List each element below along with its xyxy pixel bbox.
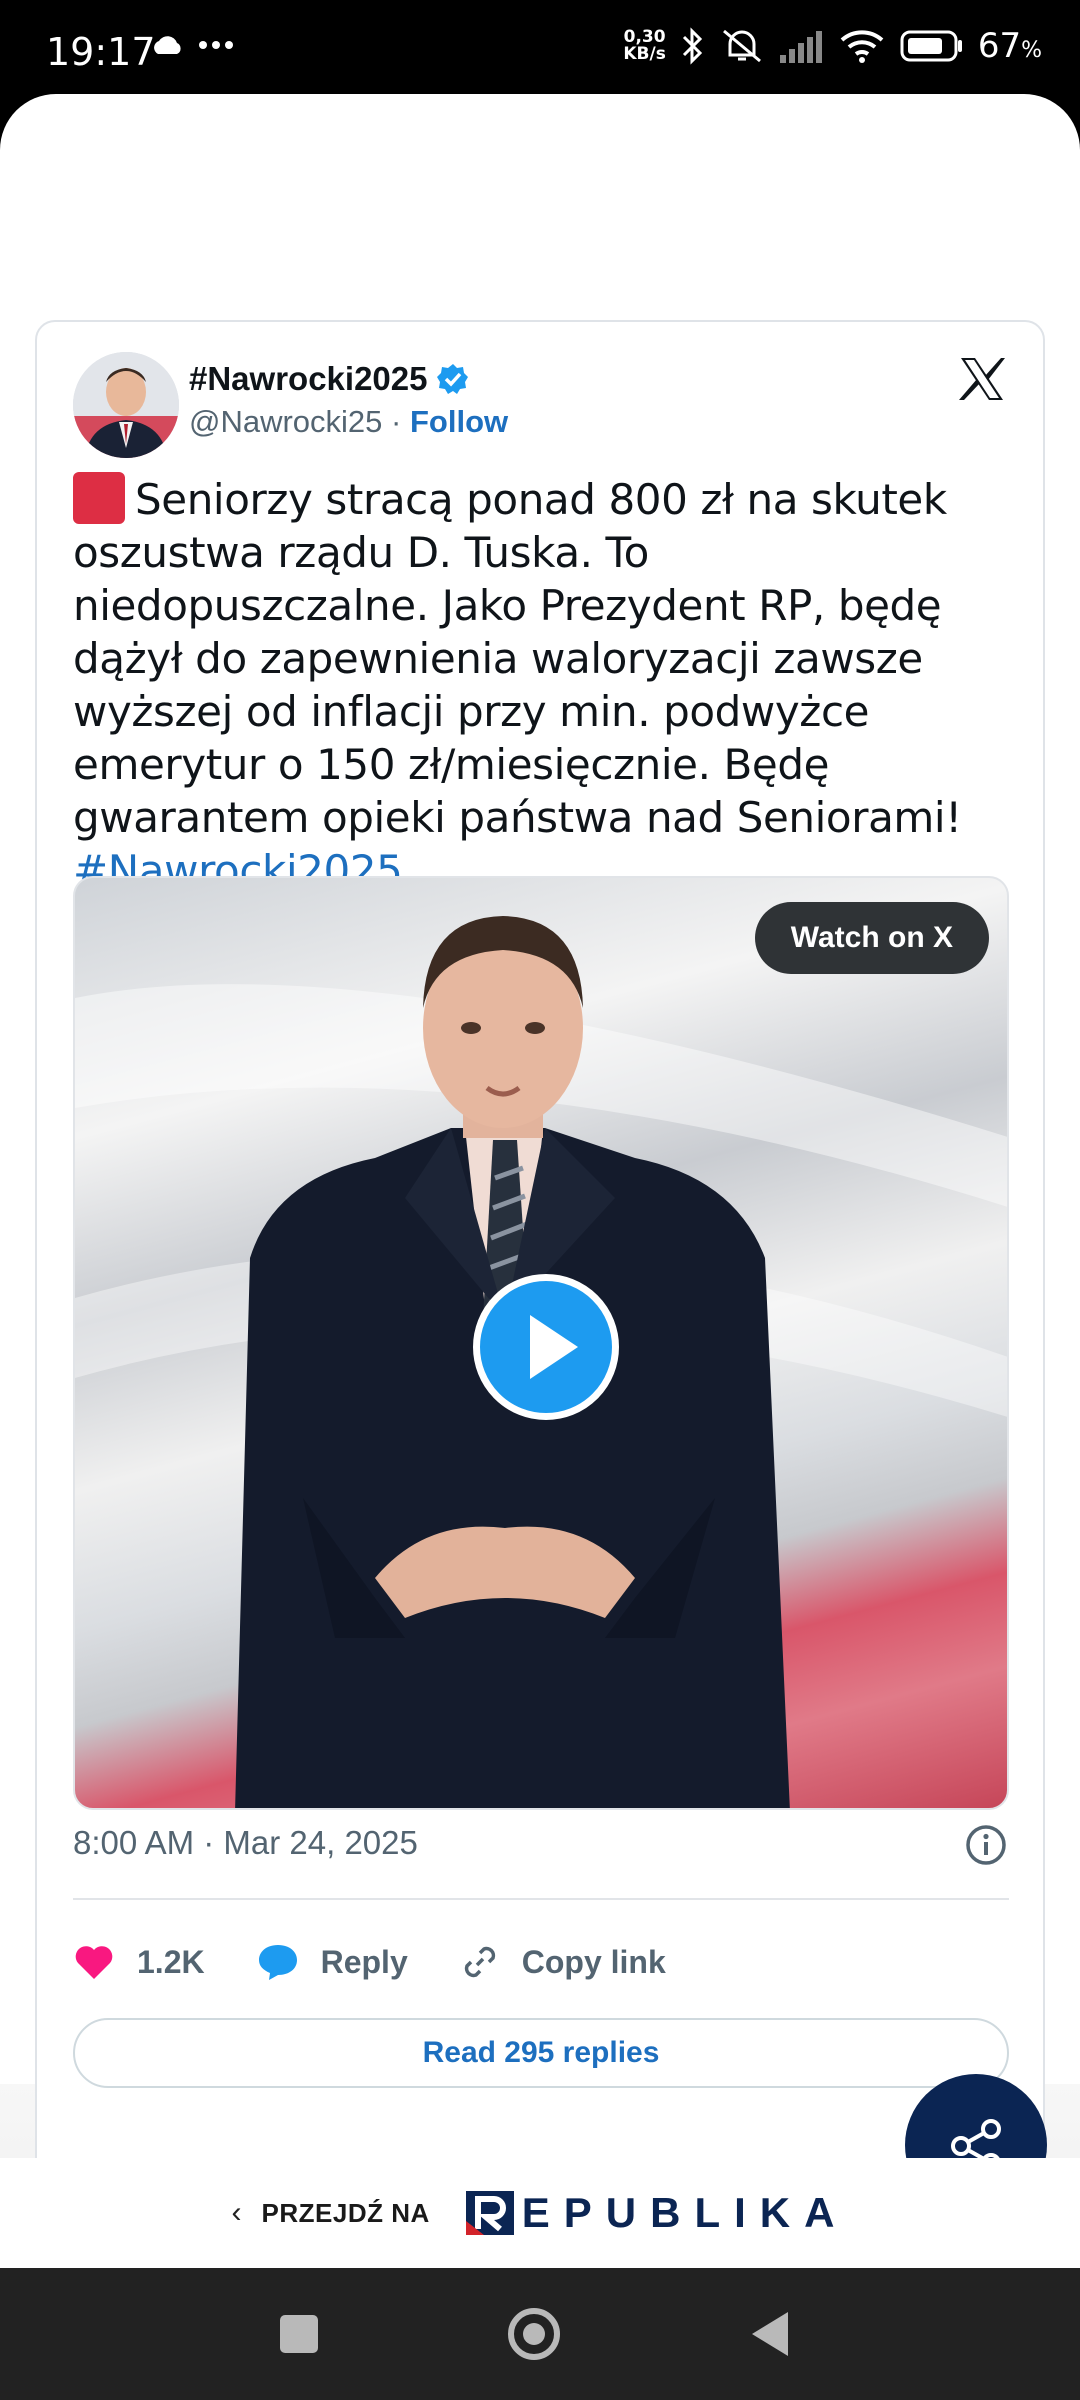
heart-icon [75, 1946, 113, 1979]
republika-link-bar[interactable]: ‹ PRZEJDŹ NA EPUBLIKA [0, 2158, 1080, 2268]
info-icon[interactable] [965, 1824, 1007, 1866]
handle-row: @Nawrocki25 · Follow [189, 404, 508, 440]
handle[interactable]: @Nawrocki25 [189, 404, 382, 439]
display-name[interactable]: #Nawrocki2025 [189, 360, 428, 398]
like-button[interactable]: 1.2K [73, 1943, 205, 1981]
battery-level: 67% [978, 26, 1042, 66]
author-name-row: #Nawrocki2025 [189, 360, 470, 398]
status-bar: 19:17 0,30 KB/s 67% [0, 0, 1080, 100]
republika-r-logo-icon [465, 2191, 514, 2235]
avatar[interactable] [73, 352, 179, 458]
handle-separator: · [382, 404, 410, 439]
play-button[interactable] [473, 1274, 619, 1420]
more-dots-icon [199, 41, 233, 49]
goto-label: PRZEJDŹ NA [261, 2197, 430, 2228]
tweet-body: Seniorzy stracą ponad 800 zł na skutek o… [73, 475, 962, 842]
status-time: 19:17 [46, 30, 156, 74]
tweet-text: Seniorzy stracą ponad 800 zł na skutek o… [73, 472, 1013, 897]
network-speed: 0,30 KB/s [623, 29, 665, 63]
reply-bubble-icon [258, 1945, 297, 1980]
chevron-left-icon: ‹ [231, 2196, 242, 2229]
watch-on-x-button[interactable]: Watch on X [754, 902, 989, 974]
avatar-portrait [73, 352, 179, 458]
recents-button[interactable] [280, 2315, 318, 2353]
status-left-icons [150, 34, 234, 56]
status-right-icons: 0,30 KB/s 67% [623, 26, 1042, 66]
tweet-card[interactable]: #Nawrocki2025 @Nawrocki25 · Follow Senio… [35, 320, 1045, 2186]
play-icon [530, 1315, 578, 1379]
red-square-emoji-icon [73, 472, 125, 524]
republika-logo: EPUBLIKA [464, 2189, 849, 2237]
tweet-timestamp[interactable]: 8:00 AM · Mar 24, 2025 [73, 1824, 418, 1862]
follow-button[interactable]: Follow [410, 404, 508, 439]
content-sheet: #Nawrocki2025 @Nawrocki25 · Follow Senio… [0, 94, 1080, 2269]
battery-percent: 67 [977, 26, 1022, 66]
link-icon [464, 1946, 495, 1978]
read-replies-button[interactable]: Read 295 replies [73, 2018, 1009, 2088]
divider [73, 1898, 1009, 1900]
video-player[interactable]: Watch on X [73, 876, 1009, 1810]
tweet-actions: 1.2K Reply Copy link [73, 1932, 718, 1992]
silent-icon [722, 29, 761, 63]
speed-unit: KB/s [623, 44, 666, 64]
copy-link-button[interactable]: Copy link [460, 1942, 666, 1982]
brand-name: EPUBLIKA [521, 2189, 849, 2236]
copy-link-label: Copy link [521, 1943, 666, 1980]
bluetooth-icon [682, 27, 702, 65]
reply-button[interactable]: Reply [257, 1942, 408, 1982]
reply-label: Reply [320, 1943, 408, 1980]
x-logo-icon[interactable] [957, 354, 1007, 404]
signal-icon [779, 31, 822, 63]
wifi-icon [840, 30, 884, 63]
battery-unit: % [1021, 38, 1042, 63]
cloud-icon [154, 36, 181, 54]
home-button[interactable] [508, 2308, 560, 2360]
like-count: 1.2K [137, 1943, 205, 1980]
back-button[interactable] [752, 2312, 788, 2356]
battery-icon [900, 30, 962, 62]
verified-badge-icon [436, 364, 468, 394]
system-navigation-bar [0, 2268, 1080, 2400]
